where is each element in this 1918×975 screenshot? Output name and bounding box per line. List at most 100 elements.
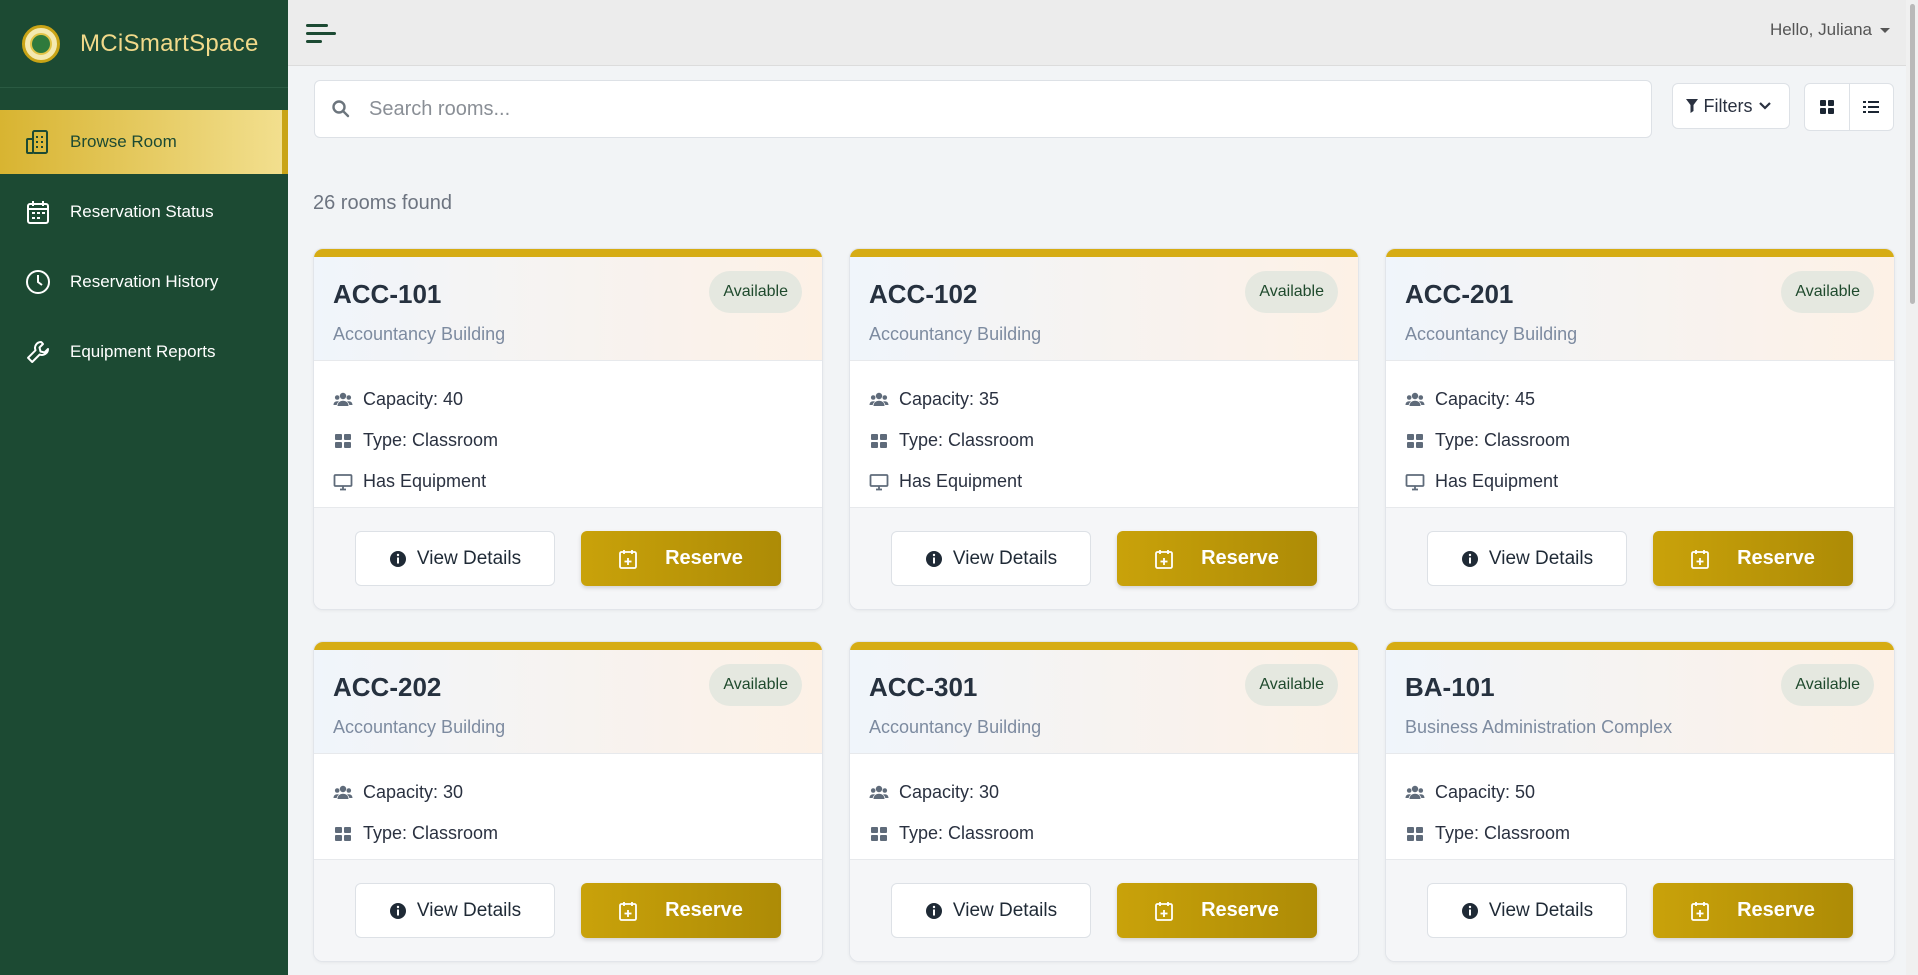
status-badge: Available: [1781, 664, 1874, 706]
reserve-button[interactable]: Reserve: [1653, 531, 1853, 586]
view-details-label: View Details: [1488, 899, 1594, 921]
building-name: Accountancy Building: [1405, 324, 1578, 344]
scrollbar[interactable]: [1906, 0, 1918, 975]
grid-icon: [1407, 433, 1423, 448]
calendar-icon: [24, 198, 52, 226]
reserve-label: Reserve: [1737, 547, 1815, 569]
sidebar-item-reservation-status[interactable]: Reservation Status: [0, 180, 288, 244]
grid-icon: [1407, 826, 1423, 841]
info-icon: [389, 550, 406, 567]
capacity-text: Capacity: 30: [363, 782, 464, 802]
users-icon: [333, 785, 353, 799]
sidebar-item-label: Reservation Status: [70, 202, 214, 221]
type-text: Type: Classroom: [899, 430, 1035, 450]
reserve-label: Reserve: [1201, 547, 1279, 569]
status-badge: Available: [1245, 664, 1338, 706]
monitor-icon: [869, 473, 889, 490]
capacity-text: Capacity: 30: [899, 782, 1000, 802]
view-details-button[interactable]: View Details: [1427, 883, 1627, 938]
room-card: ACC-202 Accountancy Building Available C…: [313, 641, 823, 962]
grid-icon: [871, 433, 887, 448]
scrollbar-thumb[interactable]: [1910, 4, 1915, 304]
grid-view-button[interactable]: [1805, 84, 1850, 130]
view-details-button[interactable]: View Details: [355, 531, 555, 586]
sidebar-item-equipment-reports[interactable]: Equipment Reports: [0, 320, 288, 384]
info-icon: [925, 550, 942, 567]
sidebar: MCiSmartSpace Browse Room Reservation St…: [0, 0, 288, 975]
building-name: Business Administration Complex: [1405, 717, 1673, 737]
status-badge: Available: [1245, 271, 1338, 313]
wrench-icon: [24, 338, 52, 366]
calendar-plus-icon: [619, 549, 637, 569]
equipment-text: Has Equipment: [363, 471, 487, 491]
chevron-down-icon: [1880, 27, 1890, 33]
info-icon: [1461, 902, 1478, 919]
list-view-icon: [1863, 101, 1880, 113]
building-name: Accountancy Building: [333, 324, 506, 344]
capacity-text: Capacity: 35: [899, 389, 1000, 409]
clock-icon: [24, 268, 52, 296]
calendar-plus-icon: [619, 901, 637, 921]
monitor-icon: [333, 473, 353, 490]
greeting-text: Hello, Juliana: [1769, 20, 1872, 39]
view-details-label: View Details: [952, 899, 1058, 921]
reserve-label: Reserve: [665, 899, 743, 921]
sidebar-item-label: Browse Room: [70, 132, 177, 151]
calendar-plus-icon: [1691, 901, 1709, 921]
info-icon: [1461, 550, 1478, 567]
view-details-button[interactable]: View Details: [355, 883, 555, 938]
reserve-button[interactable]: Reserve: [581, 883, 781, 938]
equipment-text: Has Equipment: [899, 471, 1023, 491]
view-details-label: View Details: [416, 899, 522, 921]
room-card: ACC-102 Accountancy Building Available C…: [849, 248, 1359, 610]
status-badge: Available: [709, 664, 802, 706]
view-toggle: [1804, 83, 1894, 131]
reserve-button[interactable]: Reserve: [1653, 883, 1853, 938]
capacity-text: Capacity: 45: [1435, 389, 1536, 409]
list-view-button[interactable]: [1850, 84, 1894, 130]
reserve-button[interactable]: Reserve: [1117, 531, 1317, 586]
search-icon: [332, 100, 350, 118]
type-text: Type: Classroom: [1435, 430, 1571, 450]
building-icon: [24, 128, 52, 156]
room-card: BA-101 Business Administration Complex A…: [1385, 641, 1895, 962]
grid-icon: [871, 826, 887, 841]
info-icon: [925, 902, 942, 919]
view-details-button[interactable]: View Details: [891, 531, 1091, 586]
grid-icon: [335, 826, 351, 841]
filters-button[interactable]: Filters: [1672, 83, 1790, 129]
users-icon: [869, 785, 889, 799]
grid-icon: [335, 433, 351, 448]
logo-icon: [22, 24, 60, 63]
building-name: Accountancy Building: [333, 717, 506, 737]
search-input[interactable]: [369, 97, 1569, 121]
reserve-label: Reserve: [665, 547, 743, 569]
equipment-text: Has Equipment: [1435, 471, 1559, 491]
type-text: Type: Classroom: [363, 823, 499, 843]
user-menu[interactable]: Hello, Juliana: [1770, 20, 1890, 40]
type-text: Type: Classroom: [1435, 823, 1571, 843]
reserve-button[interactable]: Reserve: [581, 531, 781, 586]
view-details-button[interactable]: View Details: [1427, 531, 1627, 586]
view-details-label: View Details: [952, 547, 1058, 569]
search-bar: [314, 80, 1652, 138]
view-details-button[interactable]: View Details: [891, 883, 1091, 938]
sidebar-item-reservation-history[interactable]: Reservation History: [0, 250, 288, 314]
menu-toggle-icon[interactable]: [306, 22, 336, 46]
results-count: 26 rooms found: [313, 192, 452, 214]
sidebar-item-browse-room[interactable]: Browse Room: [0, 110, 288, 174]
view-details-label: View Details: [1488, 547, 1594, 569]
type-text: Type: Classroom: [363, 430, 499, 450]
reserve-button[interactable]: Reserve: [1117, 883, 1317, 938]
room-card: ACC-101 Accountancy Building Available C…: [313, 248, 823, 610]
brand-name: MCiSmartSpace: [80, 29, 259, 57]
monitor-icon: [1405, 473, 1425, 490]
calendar-plus-icon: [1691, 549, 1709, 569]
view-details-label: View Details: [416, 547, 522, 569]
chevron-down-icon: [1758, 102, 1771, 110]
capacity-text: Capacity: 50: [1435, 782, 1536, 802]
brand[interactable]: MCiSmartSpace: [0, 0, 288, 88]
building-name: Accountancy Building: [869, 717, 1042, 737]
calendar-plus-icon: [1155, 901, 1173, 921]
users-icon: [1405, 392, 1425, 406]
